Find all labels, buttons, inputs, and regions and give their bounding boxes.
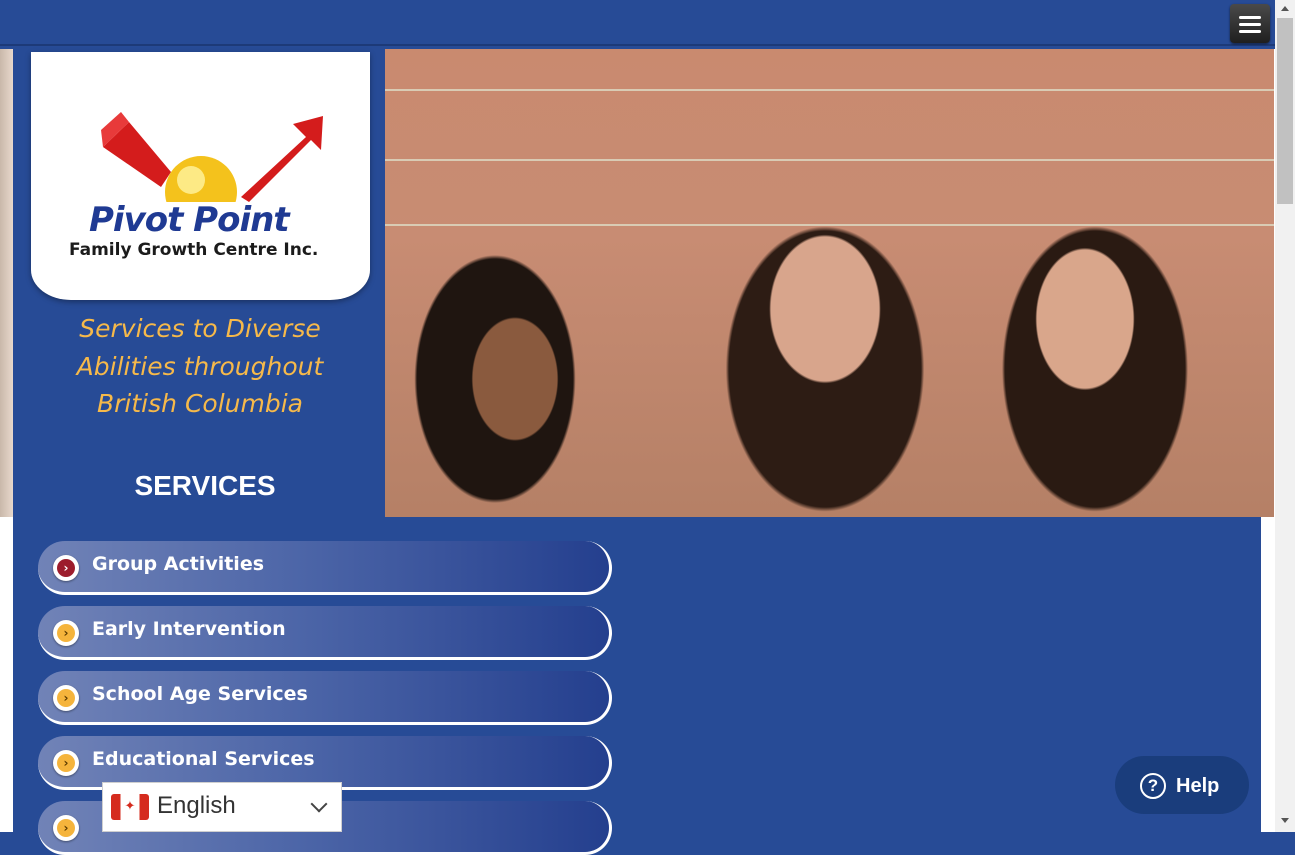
tagline: Services to Diverse Abilities throughout… xyxy=(76,314,324,418)
canada-flag-icon: ✦ xyxy=(111,794,149,820)
language-selector[interactable]: ✦ English xyxy=(102,782,342,832)
logo-arrow-icon xyxy=(101,112,323,202)
hamburger-menu-icon[interactable] xyxy=(1230,4,1270,43)
left-photo-edge xyxy=(0,49,13,517)
logo-name: Pivot Point xyxy=(89,200,290,240)
service-item-label: Educational Services xyxy=(92,748,315,770)
scroll-down-icon[interactable] xyxy=(1281,818,1289,823)
scrollbar[interactable] xyxy=(1275,0,1295,832)
chevron-right-icon: › xyxy=(53,555,79,581)
language-label: English xyxy=(157,792,236,819)
service-item-label: Early Intervention xyxy=(92,618,286,640)
question-icon: ? xyxy=(1140,773,1166,799)
scrollbar-thumb[interactable] xyxy=(1277,18,1293,204)
chevron-right-icon: › xyxy=(53,620,79,646)
service-item-label: School Age Services xyxy=(92,683,308,705)
chevron-right-icon: › xyxy=(53,750,79,776)
top-bar xyxy=(0,0,1275,46)
service-item-school-age[interactable]: › School Age Services xyxy=(38,671,612,725)
service-item-early-intervention[interactable]: › Early Intervention xyxy=(38,606,612,660)
chevron-down-icon xyxy=(310,795,328,813)
services-heading: SERVICES xyxy=(134,470,276,501)
logo-subtitle: Family Growth Centre Inc. xyxy=(69,240,319,260)
logo[interactable]: Pivot Point Family Growth Centre Inc. xyxy=(31,52,370,300)
help-label: Help xyxy=(1176,775,1220,797)
service-item-label: Group Activities xyxy=(92,553,265,575)
hero-image xyxy=(385,49,1274,517)
chevron-right-icon: › xyxy=(53,815,79,841)
scroll-up-icon[interactable] xyxy=(1281,6,1289,11)
help-button[interactable]: ? Help xyxy=(1115,756,1249,814)
service-item-group-activities[interactable]: › Group Activities xyxy=(38,541,612,595)
chevron-right-icon: › xyxy=(53,685,79,711)
